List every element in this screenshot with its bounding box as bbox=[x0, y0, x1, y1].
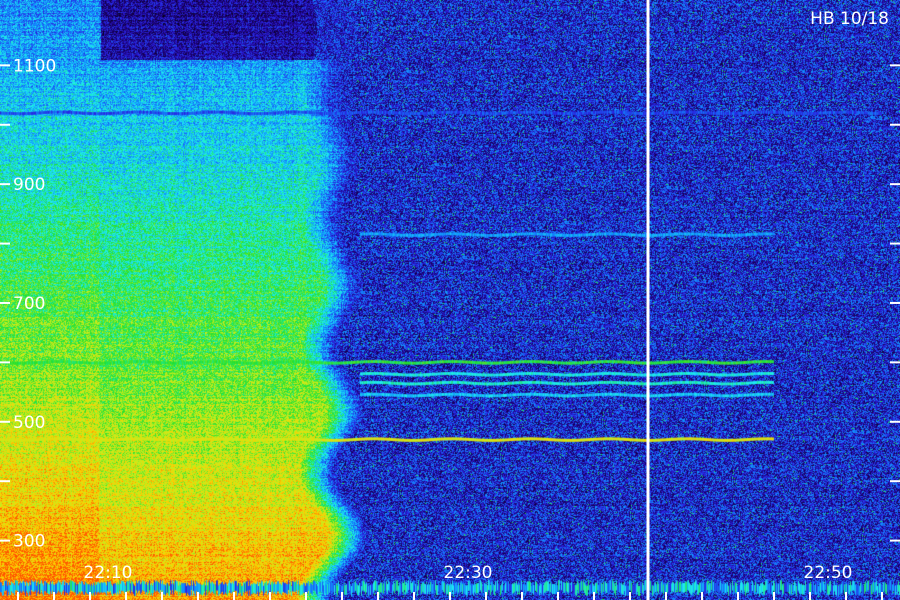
y-tick-label: 900 bbox=[13, 175, 45, 195]
x-tick-labels: 22:10 22:30 22:50 bbox=[84, 563, 853, 583]
y-tick-label: 700 bbox=[13, 294, 45, 314]
y-tick-labels: 300 500 700 900 1100 bbox=[13, 56, 56, 551]
chart-title: HB 10/18 bbox=[810, 9, 889, 29]
x-tick-label: 22:30 bbox=[444, 563, 493, 583]
y-tick-label: 500 bbox=[13, 413, 45, 433]
chart-overlay: HB 10/18 300 500 700 900 1100 22:10 22:3… bbox=[0, 0, 900, 600]
x-tick-label: 22:10 bbox=[84, 563, 133, 583]
x-tick-label: 22:50 bbox=[804, 563, 853, 583]
y-tick-label: 1100 bbox=[13, 56, 56, 76]
y-tick-label: 300 bbox=[13, 532, 45, 552]
axis-ticks bbox=[0, 64, 900, 600]
